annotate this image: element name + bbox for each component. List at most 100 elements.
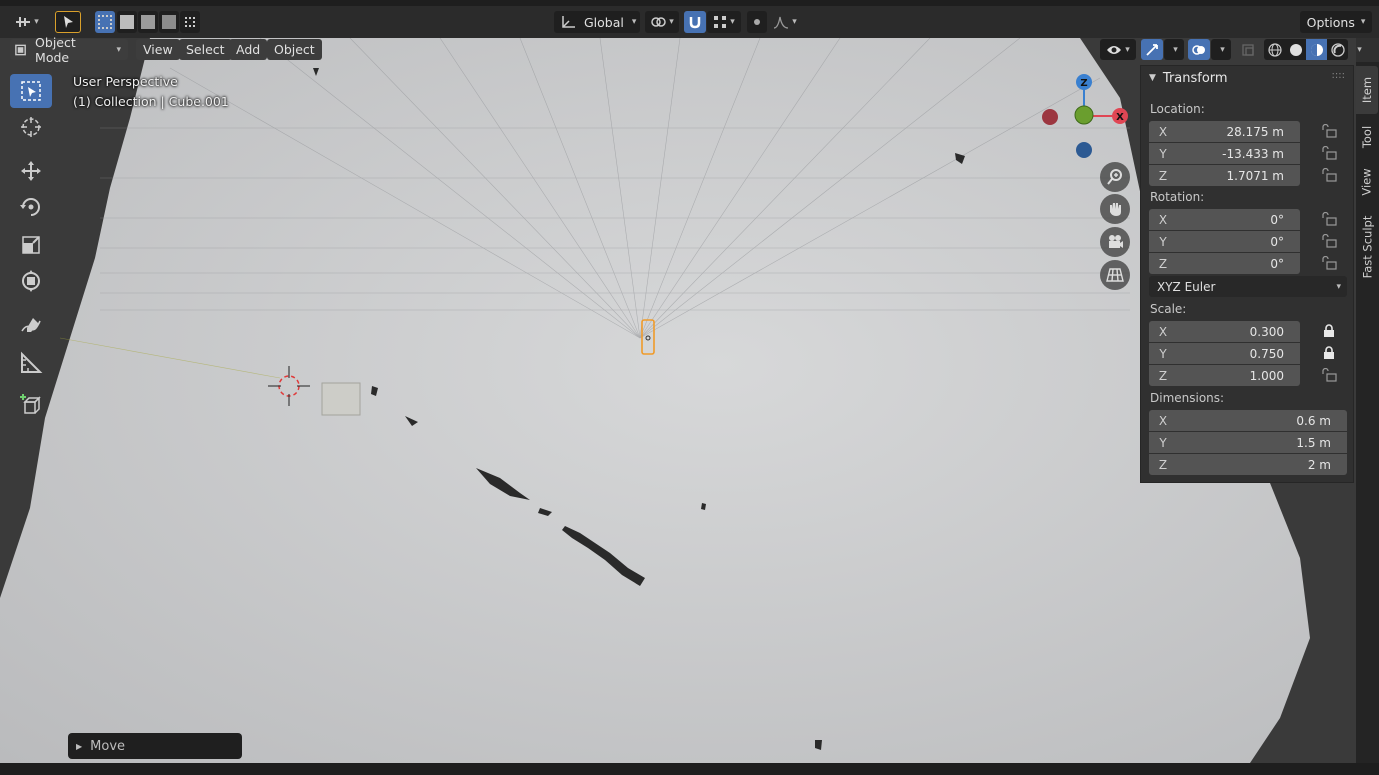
zoom-icon[interactable] [1100, 162, 1130, 192]
transform-tool[interactable] [10, 264, 52, 298]
add-cube-icon [20, 394, 41, 414]
rotation-x-field[interactable]: X 0° [1149, 209, 1300, 230]
operator-panel-move[interactable]: ▶ Move [68, 733, 242, 759]
tab-view[interactable]: View [1356, 160, 1378, 204]
snap-toggle-icon[interactable] [684, 11, 706, 33]
camera-icon[interactable] [1100, 227, 1130, 257]
dimensions-x-field[interactable]: X 0.6 m [1149, 410, 1347, 431]
unlock-icon[interactable] [1321, 124, 1337, 138]
lock-icon[interactable] [1321, 324, 1337, 338]
pivot-point-dropdown[interactable]: ▾ [645, 11, 679, 33]
ortho-grid-icon[interactable] [1100, 260, 1130, 290]
add-cube-tool[interactable] [10, 388, 52, 422]
overlays-toggle-icon[interactable] [1188, 39, 1210, 60]
unlock-icon[interactable] [1321, 234, 1337, 248]
select-mode-extend-icon[interactable] [117, 11, 137, 33]
drag-handle-icon[interactable]: :::: [1332, 70, 1345, 81]
rotation-y-field[interactable]: Y 0° [1149, 231, 1300, 252]
location-z-field[interactable]: Z 1.7071 m [1149, 165, 1300, 186]
gizmo-toggle-icon[interactable] [1141, 39, 1163, 60]
scale-tool[interactable] [10, 228, 52, 262]
collapse-arrow-icon: ▼ [1149, 73, 1156, 83]
snap-increment-icon [714, 16, 727, 28]
unlock-icon[interactable] [1321, 146, 1337, 160]
scale-z-field[interactable]: Z 1.000 [1149, 365, 1300, 386]
proportional-edit-icon[interactable] [747, 11, 767, 33]
select-box-icon [21, 81, 41, 101]
select-mode-new-icon[interactable] [95, 11, 115, 33]
rotation-mode-dropdown[interactable]: XYZ Euler ▾ [1149, 276, 1347, 297]
transform-panel-header[interactable]: ▼ Transform :::: [1141, 66, 1353, 90]
falloff-dropdown[interactable]: ▾ [770, 11, 800, 33]
options-label: Options [1306, 14, 1355, 30]
location-y-field[interactable]: Y -13.433 m [1149, 143, 1300, 164]
rotation-label: Rotation: [1150, 190, 1205, 204]
menu-add[interactable]: Add [229, 39, 268, 60]
shading-material-icon[interactable] [1306, 39, 1327, 60]
options-dropdown[interactable]: Options ▾ [1300, 11, 1372, 33]
transform-orientation-dropdown[interactable]: Global ▾ [554, 11, 640, 33]
menu-select[interactable]: Select [179, 39, 232, 60]
falloff-curve-icon [774, 16, 789, 29]
measure-tool[interactable] [10, 346, 52, 380]
eye-icon [1107, 45, 1122, 54]
shading-dropdown[interactable]: ▾ [1350, 39, 1366, 60]
shading-wireframe-icon[interactable] [1264, 39, 1285, 60]
object-mode-icon [15, 44, 26, 55]
perspective-label: User Perspective [73, 74, 178, 89]
cursor-icon [21, 117, 41, 137]
snap-target-dropdown[interactable]: ▾ [707, 11, 741, 33]
status-bar [0, 763, 1379, 775]
unlock-icon[interactable] [1321, 256, 1337, 270]
measure-ruler-icon [21, 351, 43, 373]
tab-tool[interactable]: Tool [1356, 116, 1378, 158]
location-x-field[interactable]: X 28.175 m [1149, 121, 1300, 142]
navigation-gizmo[interactable]: Z X [1036, 68, 1136, 164]
dimensions-y-field[interactable]: Y 1.5 m [1149, 432, 1347, 453]
shading-rendered-icon[interactable] [1327, 39, 1348, 60]
select-mode-invert-icon[interactable] [159, 11, 179, 33]
move-tool[interactable] [10, 154, 52, 188]
expand-arrow-icon: ▶ [76, 741, 83, 751]
tab-fast-sculpt[interactable]: Fast Sculpt [1356, 208, 1378, 286]
lock-icon[interactable] [1321, 346, 1337, 360]
annotate-tool[interactable] [10, 308, 52, 342]
editor-type-button[interactable]: ▾ [10, 11, 44, 33]
shading-solid-icon[interactable] [1285, 39, 1306, 60]
menu-object[interactable]: Object [267, 39, 322, 60]
unlock-icon[interactable] [1321, 212, 1337, 226]
tab-item[interactable]: Item [1356, 66, 1378, 114]
unlock-icon[interactable] [1321, 168, 1337, 182]
transform-title: Transform [1162, 70, 1228, 86]
select-mode-subtract-icon[interactable] [138, 11, 158, 33]
mode-dropdown[interactable]: Object Mode ▾ [10, 35, 128, 65]
scale-x-field[interactable]: X 0.300 [1149, 321, 1300, 342]
select-box-tool[interactable] [10, 74, 52, 108]
gizmo-dropdown[interactable]: ▾ [1164, 39, 1184, 60]
gizmo-x-label: X [1116, 112, 1124, 123]
rotate-tool[interactable] [10, 190, 52, 224]
rotation-z-field[interactable]: Z 0° [1149, 253, 1300, 274]
cursor-tool[interactable] [10, 110, 52, 144]
menu-view[interactable]: View [136, 39, 180, 60]
tool-select-icon[interactable] [55, 11, 81, 33]
xray-toggle-icon[interactable] [1238, 39, 1258, 60]
dimensions-z-field[interactable]: Z2 m [1149, 454, 1347, 475]
sidebar-tabs: Item Tool View Fast Sculpt [1356, 62, 1379, 763]
pivot-icon [651, 17, 666, 27]
tool-header: ▾ Global ▾ ▾ ▾ ▾ Options ▾ [0, 0, 1379, 38]
scale-y-field[interactable]: Y 0.750 [1149, 343, 1300, 364]
scale-label: Scale: [1150, 302, 1187, 316]
visibility-dropdown[interactable]: ▾ [1100, 39, 1136, 60]
collection-label: (1) Collection | Cube.001 [73, 94, 229, 109]
pan-hand-icon[interactable] [1100, 194, 1130, 224]
dimensions-label: Dimensions: [1150, 391, 1225, 405]
mode-label: Object Mode [35, 34, 76, 65]
overlays-dropdown[interactable]: ▾ [1211, 39, 1231, 60]
move-icon [21, 161, 41, 181]
location-label: Location: [1150, 102, 1205, 116]
unlock-icon[interactable] [1321, 368, 1337, 382]
transform-icon [22, 270, 40, 292]
select-mode-intersect-icon[interactable] [180, 11, 200, 33]
orientation-icon [562, 16, 575, 28]
